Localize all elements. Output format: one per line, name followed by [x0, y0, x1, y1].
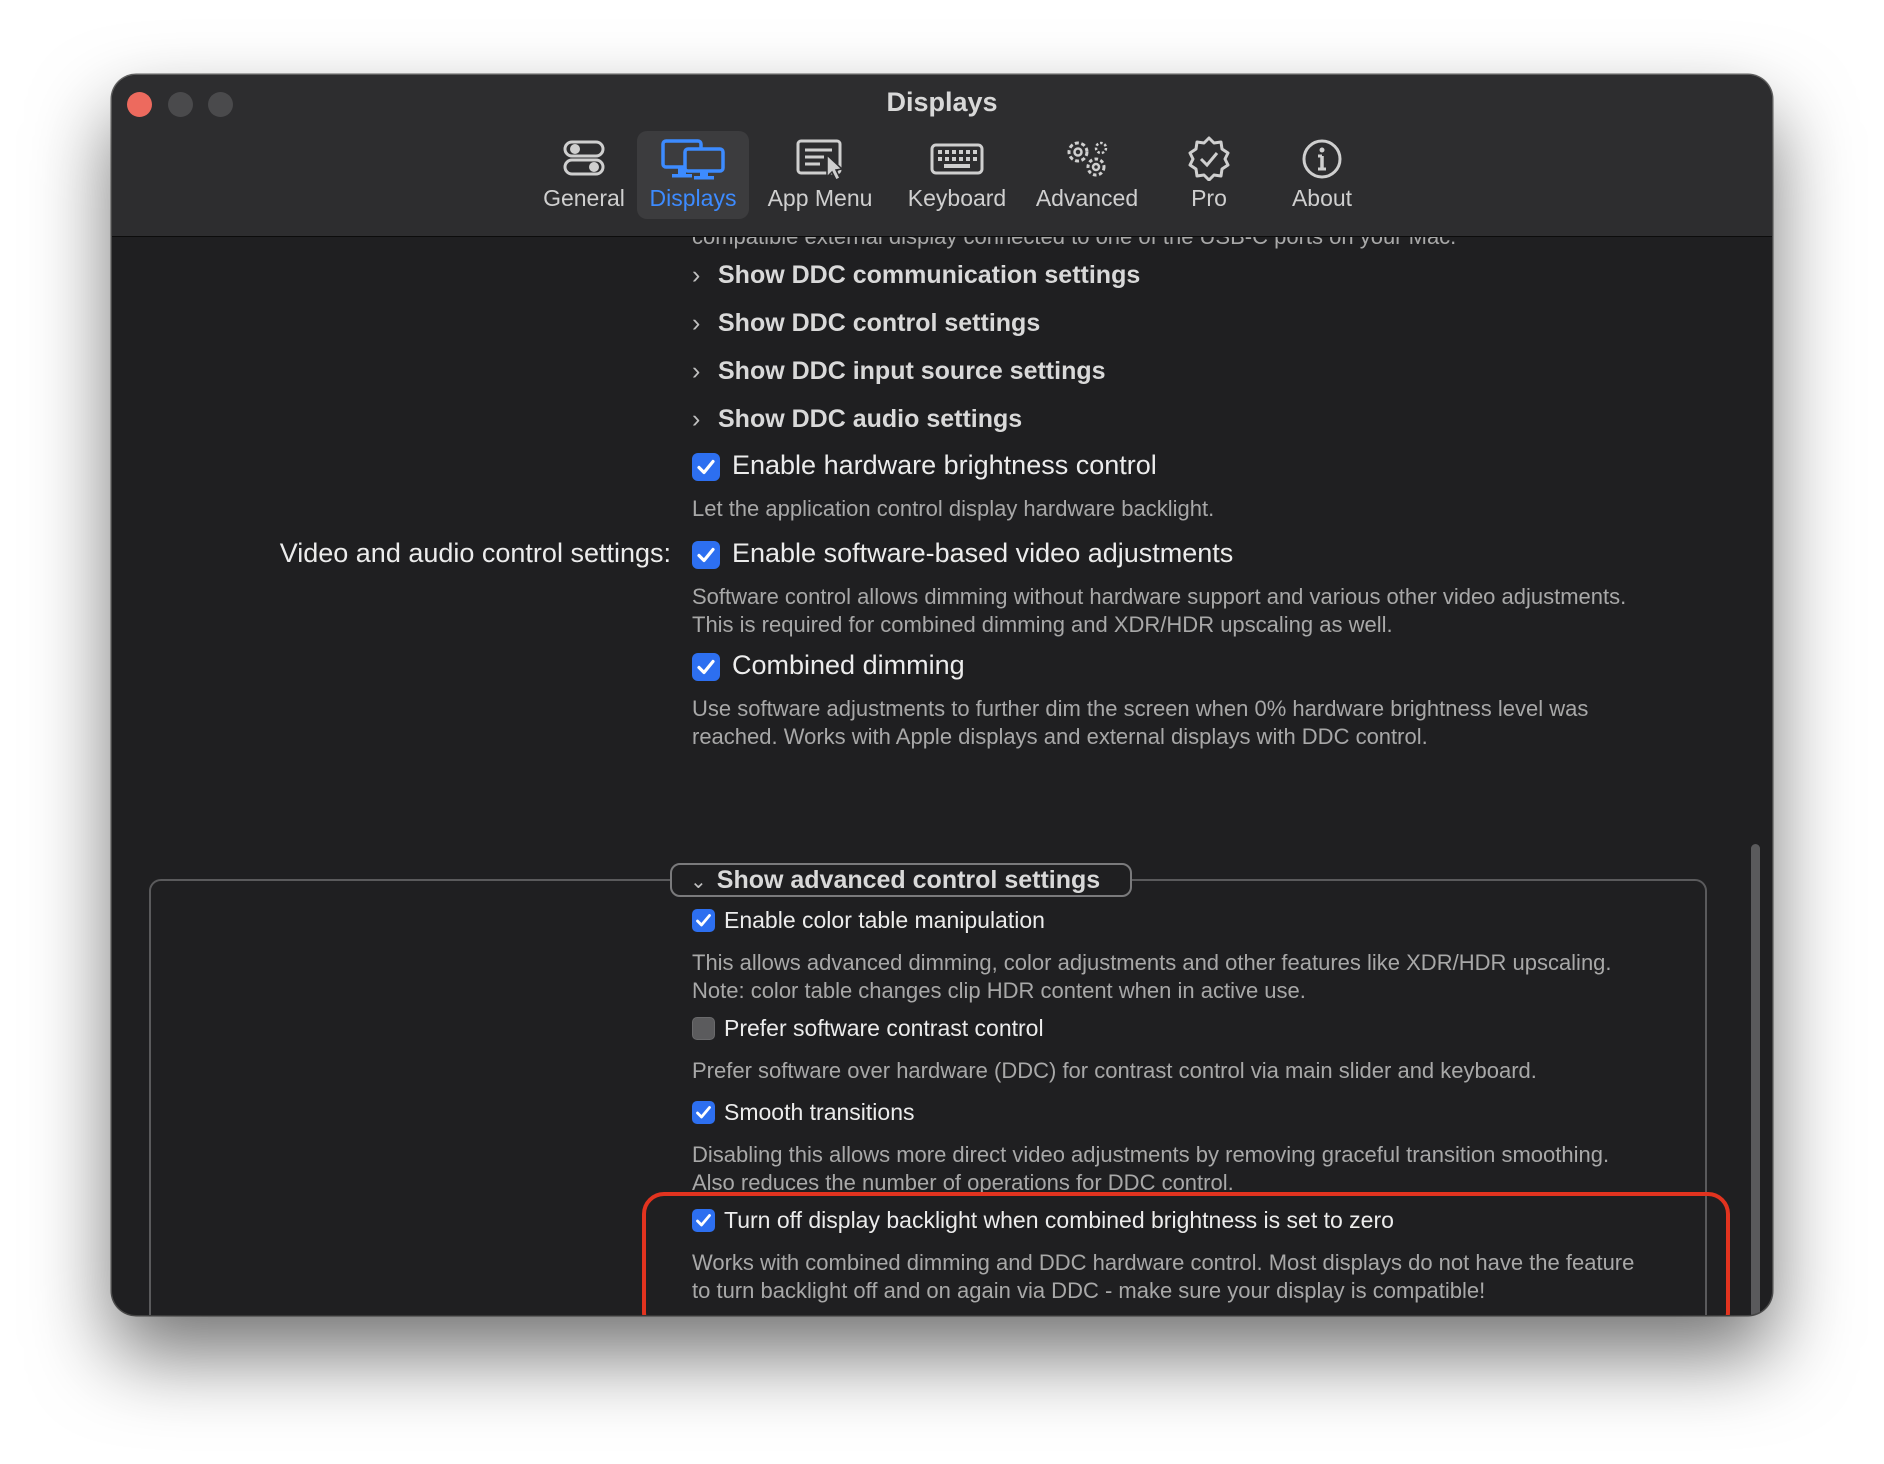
software-contrast-label[interactable]: Prefer software contrast control — [724, 1015, 1044, 1042]
color-table-label[interactable]: Enable color table manipulation — [724, 907, 1045, 934]
disclosure-ddc-control[interactable]: › Show DDC control settings — [692, 309, 1040, 338]
hardware-brightness-checkbox[interactable] — [692, 453, 720, 481]
toggles-icon — [532, 135, 636, 187]
hardware-brightness-label[interactable]: Enable hardware brightness control — [732, 450, 1157, 481]
tab-about[interactable]: About — [1272, 131, 1372, 219]
tab-label: Advanced — [1035, 185, 1139, 211]
preferences-window: Displays General Displays App Menu Keybo… — [112, 75, 1772, 1315]
settings-pane: compatible external display connected to… — [112, 237, 1772, 1315]
chevron-down-icon: ⌄ — [690, 871, 707, 893]
chevron-right-icon: › — [692, 357, 701, 385]
tab-label: Displays — [649, 185, 737, 211]
combined-dimming-label[interactable]: Combined dimming — [732, 650, 965, 681]
tab-label: App Menu — [767, 185, 873, 211]
chevron-right-icon: › — [692, 405, 701, 433]
chevron-right-icon: › — [692, 261, 701, 289]
color-table-description-1: This allows advanced dimming, color adju… — [692, 950, 1612, 975]
highlight-annotation — [642, 1192, 1730, 1315]
software-contrast-checkbox[interactable] — [692, 1017, 715, 1040]
tab-advanced[interactable]: Advanced — [1022, 131, 1152, 219]
vertical-scrollbar[interactable] — [1751, 844, 1760, 1315]
checkmark-icon — [696, 914, 711, 927]
advanced-settings-disclosure[interactable]: ⌄ Show advanced control settings — [670, 863, 1132, 897]
info-icon — [1272, 135, 1372, 187]
tab-general[interactable]: General — [532, 131, 636, 219]
keyboard-icon — [892, 135, 1022, 187]
checkmark-icon — [697, 459, 715, 475]
gears-icon — [1022, 135, 1152, 187]
smooth-transitions-label[interactable]: Smooth transitions — [724, 1099, 914, 1126]
tab-keyboard[interactable]: Keyboard — [892, 131, 1022, 219]
software-video-checkbox[interactable] — [692, 541, 720, 569]
combined-dimming-checkbox[interactable] — [692, 653, 720, 681]
software-video-label[interactable]: Enable software-based video adjustments — [732, 538, 1233, 569]
checkmark-icon — [697, 659, 715, 675]
color-table-description-2: Note: color table changes clip HDR conte… — [692, 978, 1306, 1003]
chevron-right-icon: › — [692, 309, 701, 337]
cut-off-description: compatible external display connected to… — [692, 237, 1456, 251]
window-title: Displays — [886, 87, 998, 117]
disclosure-ddc-input-source[interactable]: › Show DDC input source settings — [692, 357, 1106, 386]
tab-displays[interactable]: Displays — [637, 131, 749, 219]
tab-app-menu[interactable]: App Menu — [752, 131, 888, 219]
software-contrast-description: Prefer software over hardware (DDC) for … — [692, 1058, 1537, 1083]
checkmark-icon — [697, 547, 715, 563]
smooth-transitions-description-1: Disabling this allows more direct video … — [692, 1142, 1610, 1167]
software-video-description-1: Software control allows dimming without … — [692, 584, 1627, 609]
combined-dimming-description-1: Use software adjustments to further dim … — [692, 696, 1589, 721]
app-menu-icon — [752, 135, 888, 187]
verified-badge-icon — [1164, 135, 1254, 187]
video-audio-section-label: Video and audio control settings: — [279, 538, 671, 568]
smooth-transitions-checkbox[interactable] — [692, 1101, 715, 1124]
combined-dimming-description-2: reached. Works with Apple displays and e… — [692, 724, 1428, 749]
disclosure-ddc-audio[interactable]: › Show DDC audio settings — [692, 405, 1022, 434]
color-table-checkbox[interactable] — [692, 909, 715, 932]
displays-icon — [637, 135, 749, 187]
checkmark-icon — [696, 1106, 711, 1119]
hardware-brightness-description: Let the application control display hard… — [692, 496, 1215, 521]
disclosure-ddc-communication[interactable]: › Show DDC communication settings — [692, 261, 1140, 290]
tab-pro[interactable]: Pro — [1164, 131, 1254, 219]
tab-label: About — [1291, 185, 1353, 211]
tab-label: Pro — [1191, 185, 1227, 211]
toolbar: Displays General Displays App Menu Keybo… — [112, 75, 1772, 237]
tab-label: Keyboard — [907, 185, 1007, 211]
tab-label: General — [543, 185, 625, 211]
software-video-description-2: This is required for combined dimming an… — [692, 612, 1393, 637]
